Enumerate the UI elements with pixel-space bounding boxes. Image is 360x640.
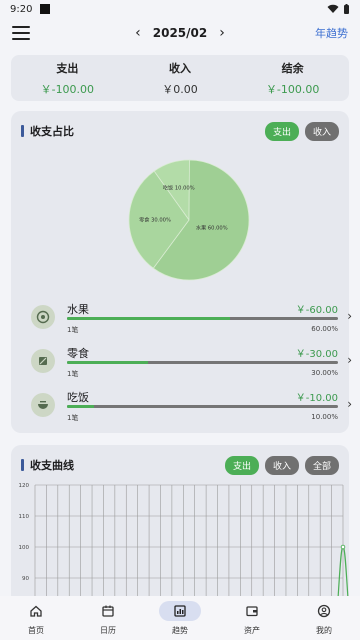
summary-balance-value: ￥-100.00: [265, 82, 320, 96]
breakdown-title: 收支占比: [30, 125, 74, 138]
fruit-icon: [31, 305, 55, 329]
category-count: 1笔: [67, 370, 79, 378]
nav-home[interactable]: 首页: [0, 596, 72, 640]
summary-income-label: 收入: [169, 61, 191, 75]
category-amount: ￥-10.00: [295, 393, 338, 404]
current-month[interactable]: 2025/02: [153, 26, 207, 40]
summary-card: 支出 ￥-100.00 收入 ￥0.00 结余 ￥-100.00: [11, 55, 349, 101]
nav-profile-label: 我的: [316, 625, 332, 635]
summary-income-value: ￥0.00: [162, 82, 198, 96]
trend-icon: [159, 600, 201, 621]
curve-title: 收支曲线: [30, 459, 74, 472]
section-marker: [21, 125, 24, 137]
category-name: 水果: [67, 303, 89, 316]
category-name: 吃饭: [67, 391, 89, 404]
wifi-icon: [327, 4, 339, 13]
category-progress-bar: [67, 317, 338, 320]
chevron-right-icon: ›: [347, 397, 352, 411]
category-progress-bar: [67, 361, 338, 364]
bottom-navigation: 首页 日历 趋势 资产 我的: [0, 596, 360, 640]
summary-expense-label: 支出: [56, 61, 79, 75]
next-month-icon[interactable]: ›: [219, 25, 225, 41]
category-percent: 10.00%: [311, 413, 338, 421]
pie-label-吃饭: 吃饭 10.00%: [163, 184, 195, 192]
top-bar: ‹ 2025/02 › 年趋势: [0, 22, 360, 44]
nav-home-label: 首页: [28, 625, 44, 635]
category-row-meal[interactable]: 吃饭 ￥-10.00 1笔 10.00% ›: [21, 389, 352, 433]
y-tick-label: 100: [19, 545, 30, 551]
curve-header: 收支曲线 支出 收入 全部: [11, 445, 349, 485]
status-time: 9:20: [10, 3, 33, 15]
nav-profile[interactable]: 我的: [288, 596, 360, 640]
pie-chart: 吃饭 10.00% 水果 60.00% 零食 30.00%: [127, 158, 251, 282]
breakdown-tab-income[interactable]: 收入: [304, 121, 339, 141]
record-indicator-icon: [40, 4, 51, 14]
meal-icon: [31, 393, 55, 417]
category-amount: ￥-60.00: [295, 305, 338, 316]
section-marker: [21, 459, 24, 471]
prev-month-icon[interactable]: ‹: [135, 25, 141, 41]
y-tick-label: 110: [19, 514, 30, 520]
breakdown-card: 收支占比 支出 收入 吃饭 10.00% 水果 60.00% 零食 30.00% 水…: [11, 111, 352, 433]
chevron-right-icon: ›: [347, 309, 352, 323]
month-navigator: ‹ 2025/02 ›: [130, 25, 230, 41]
y-tick-label: 120: [19, 483, 30, 489]
curve-tab-all[interactable]: 全部: [304, 455, 339, 475]
nav-assets[interactable]: 资产: [216, 596, 288, 640]
summary-expense: 支出 ￥-100.00: [11, 60, 124, 97]
y-tick-label: 90: [22, 576, 29, 582]
category-percent: 30.00%: [311, 369, 338, 377]
pie-label-零食: 零食 30.00%: [139, 216, 171, 224]
nav-calendar-label: 日历: [100, 625, 116, 635]
breakdown-tab-expense[interactable]: 支出: [264, 121, 299, 141]
data-point[interactable]: [340, 544, 346, 550]
wallet-icon: [234, 601, 270, 621]
nav-trend-label: 趋势: [172, 625, 188, 635]
category-row-snack[interactable]: 零食 ￥-30.00 1笔 30.00% ›: [21, 345, 352, 389]
nav-trend[interactable]: 趋势: [144, 596, 216, 640]
calendar-icon: [90, 601, 126, 621]
category-progress-bar: [67, 405, 338, 408]
category-count: 1笔: [67, 414, 79, 422]
category-name: 零食: [67, 347, 89, 360]
summary-income: 收入 ￥0.00: [124, 60, 237, 97]
nav-calendar[interactable]: 日历: [72, 596, 144, 640]
curve-tab-expense[interactable]: 支出: [224, 455, 259, 475]
battery-icon: [344, 3, 349, 14]
curve-tab-income[interactable]: 收入: [264, 455, 299, 475]
home-icon: [18, 601, 54, 621]
curve-card: 收支曲线 支出 收入 全部 1201101009080: [11, 445, 349, 605]
profile-icon: [306, 601, 342, 621]
snack-icon: [31, 349, 55, 373]
category-amount: ￥-30.00: [295, 349, 338, 360]
category-percent: 60.00%: [311, 325, 338, 333]
pie-label-水果: 水果 60.00%: [196, 224, 228, 232]
line-chart: 1201101009080: [19, 483, 349, 605]
summary-balance: 结余 ￥-100.00: [236, 60, 349, 97]
year-trend-link[interactable]: 年趋势: [315, 25, 348, 41]
status-bar: 9:20: [0, 0, 360, 18]
menu-icon[interactable]: [12, 26, 30, 40]
nav-assets-label: 资产: [244, 625, 260, 635]
category-row-fruit[interactable]: 水果 ￥-60.00 1笔 60.00% ›: [21, 301, 352, 345]
chevron-right-icon: ›: [347, 353, 352, 367]
breakdown-header: 收支占比 支出 收入: [11, 111, 349, 151]
summary-balance-label: 结余: [281, 61, 304, 75]
summary-expense-value: ￥-100.00: [40, 82, 95, 96]
category-count: 1笔: [67, 326, 79, 334]
